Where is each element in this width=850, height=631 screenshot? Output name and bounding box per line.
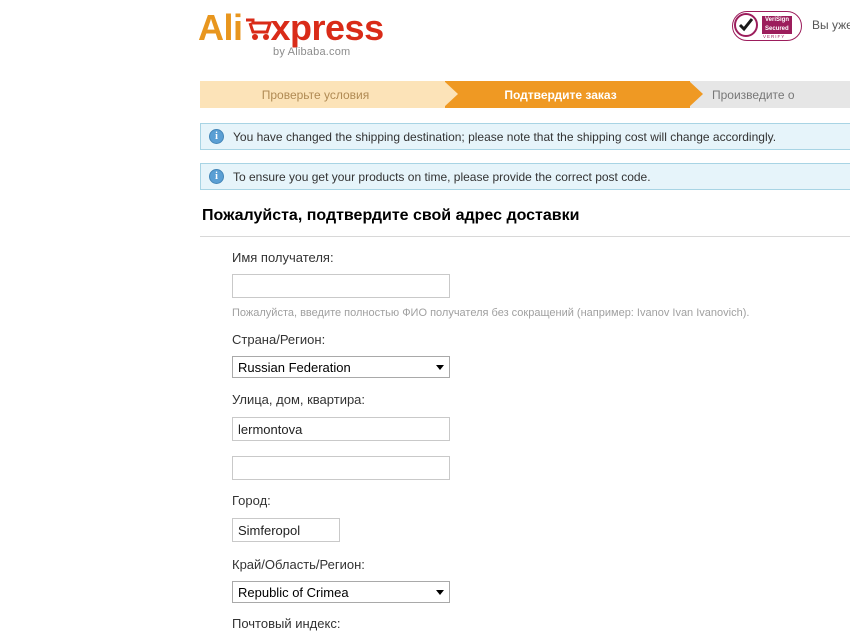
verisign-line1: VeriSign bbox=[762, 16, 793, 25]
site-header: Ali xpress by Alibaba.com VeriSign Secure… bbox=[0, 0, 850, 70]
verisign-line2: Secured bbox=[762, 25, 792, 34]
recipient-name-input[interactable] bbox=[232, 274, 450, 298]
info-icon: i bbox=[209, 169, 224, 184]
page-title: Пожалуйста, подтвердите свой адрес доста… bbox=[202, 207, 580, 224]
logo-text-press: xpress bbox=[270, 7, 385, 48]
recipient-name-label: Имя получателя: bbox=[232, 250, 334, 265]
notice-shipping-destination-text: You have changed the shipping destinatio… bbox=[233, 129, 777, 144]
verisign-line3: VERIFY bbox=[763, 34, 786, 39]
street-address-label: Улица, дом, квартира: bbox=[232, 392, 366, 407]
country-select[interactable]: Russian Federation bbox=[232, 356, 450, 378]
checkmark-icon bbox=[734, 13, 758, 37]
street-address-line1-input[interactable] bbox=[232, 417, 450, 441]
street-address-line2-input[interactable] bbox=[232, 456, 450, 480]
city-label: Город: bbox=[232, 493, 271, 508]
logo-text-ali: Ali bbox=[198, 7, 243, 48]
user-greeting: Вы уже в bbox=[812, 18, 850, 32]
step-review-terms[interactable]: Проверьте условия bbox=[200, 81, 458, 108]
region-label: Край/Область/Регион: bbox=[232, 557, 365, 572]
step-confirm-order[interactable]: Подтвердите заказ bbox=[445, 81, 703, 108]
step-chevron-icon bbox=[689, 81, 703, 107]
step-make-payment[interactable]: Произведите о bbox=[690, 81, 850, 108]
region-select-value: Republic of Crimea bbox=[238, 584, 349, 600]
logo-wordmark: Ali xpress bbox=[198, 8, 398, 51]
shopping-cart-icon bbox=[243, 11, 273, 51]
notice-post-code-text: To ensure you get your products on time,… bbox=[233, 169, 651, 184]
logo-subtitle: by Alibaba.com bbox=[273, 46, 351, 58]
country-label: Страна/Регион: bbox=[232, 332, 326, 347]
info-icon: i bbox=[209, 129, 224, 144]
chevron-down-icon bbox=[431, 357, 449, 377]
city-input[interactable] bbox=[232, 518, 340, 542]
notice-shipping-destination: i You have changed the shipping destinat… bbox=[200, 123, 850, 150]
recipient-name-hint: Пожалуйста, введите полностью ФИО получа… bbox=[232, 307, 750, 319]
region-select[interactable]: Republic of Crimea bbox=[232, 581, 450, 603]
step-confirm-order-label: Подтвердите заказ bbox=[504, 87, 617, 102]
checkout-progress-steps: Проверьте условия Подтвердите заказ Прои… bbox=[200, 81, 850, 108]
country-select-value: Russian Federation bbox=[238, 359, 351, 375]
step-chevron-icon bbox=[444, 81, 458, 107]
zip-code-label: Почтовый индекс: bbox=[232, 616, 341, 631]
step-make-payment-label: Произведите о bbox=[712, 87, 795, 102]
verisign-badge[interactable]: VeriSign Secured VERIFY bbox=[732, 11, 804, 43]
notice-post-code: i To ensure you get your products on tim… bbox=[200, 163, 850, 190]
aliexpress-logo[interactable]: Ali xpress by Alibaba.com bbox=[198, 8, 398, 64]
title-divider bbox=[200, 236, 850, 237]
step-review-terms-label: Проверьте условия bbox=[261, 87, 370, 102]
chevron-down-icon bbox=[431, 582, 449, 602]
